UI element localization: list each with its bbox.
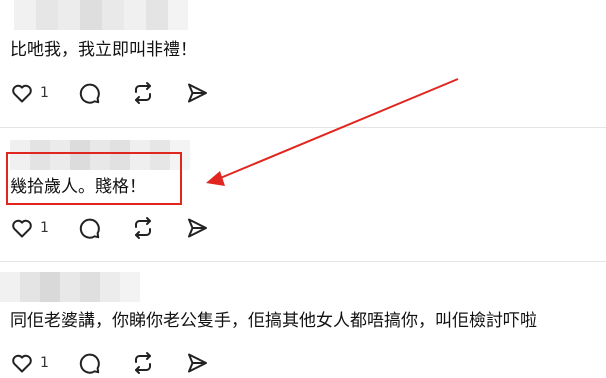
annotation-arrow [206,78,459,186]
